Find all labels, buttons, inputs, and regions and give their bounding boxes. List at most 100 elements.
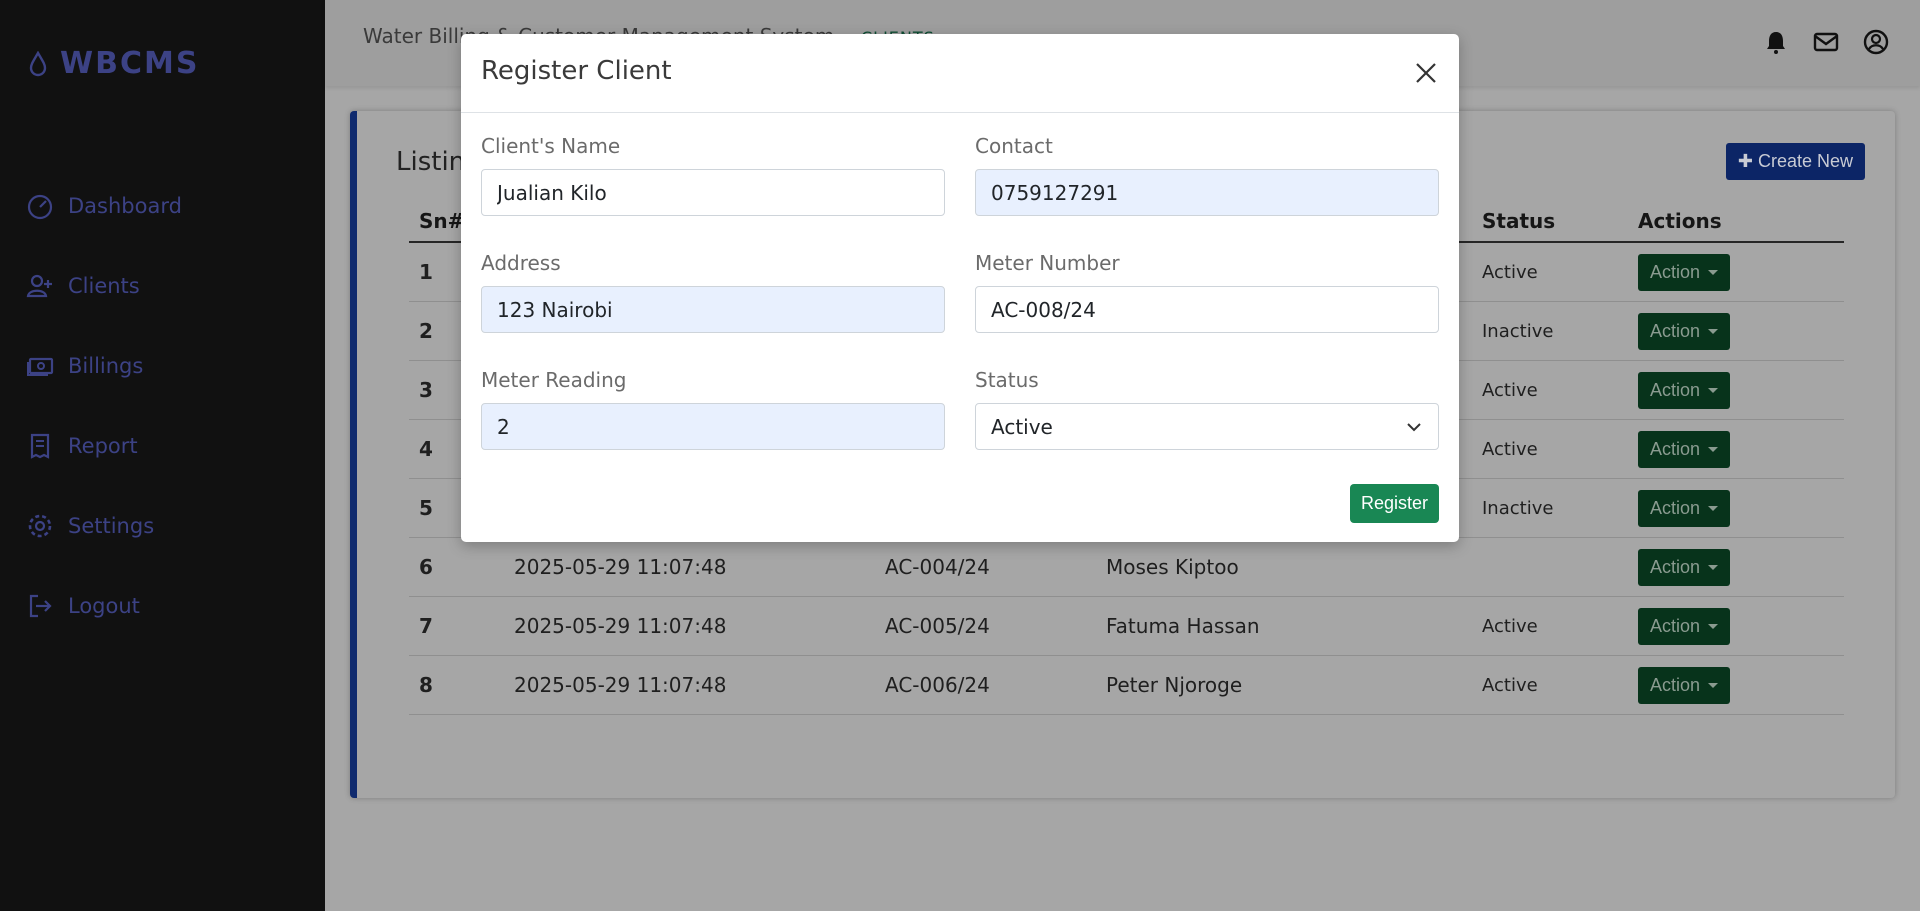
sidebar-item-logout[interactable]: Logout (0, 566, 325, 646)
caret-down-icon (1708, 446, 1719, 452)
money-bill-icon (27, 357, 54, 376)
modal-title: Register Client (481, 56, 672, 86)
bell-icon[interactable] (1762, 28, 1790, 56)
sidebar-item-billings[interactable]: Billings (0, 326, 325, 406)
action-label: Action (1650, 615, 1701, 636)
action-label: Action (1650, 438, 1701, 459)
action-dropdown-button[interactable]: Action (1638, 489, 1731, 527)
caret-down-icon (1708, 269, 1719, 275)
table-row: 8 2025-05-29 11:07:48 AC-006/24 Peter Njoro… (409, 656, 1844, 715)
caret-down-icon (1708, 623, 1719, 629)
row-date: 2025-05-29 11:07:48 (514, 555, 727, 579)
client-name-group: Client's Name (481, 134, 945, 216)
create-new-button[interactable]: ✚ Create New (1725, 143, 1865, 180)
envelope-icon[interactable] (1812, 28, 1840, 56)
contact-label: Contact (975, 134, 1053, 158)
plus-icon: ✚ (1737, 151, 1753, 171)
row-actions: Action (1638, 430, 1838, 468)
sidebar-item-label: Billings (68, 354, 144, 378)
brand-name: WBCMS (60, 46, 200, 81)
row-sn: 7 (419, 614, 433, 638)
action-dropdown-button[interactable]: Action (1638, 548, 1731, 586)
row-status: Active (1482, 379, 1538, 401)
caret-down-icon (1708, 328, 1719, 334)
sidebar-item-label: Dashboard (68, 194, 182, 218)
sidebar-item-dashboard[interactable]: Dashboard (0, 166, 325, 246)
address-group: Address (481, 251, 945, 333)
caret-down-icon (1708, 564, 1719, 570)
address-label: Address (481, 251, 561, 275)
action-label: Action (1650, 261, 1701, 282)
gear-icon (28, 514, 52, 538)
topbar-icons (1762, 28, 1890, 56)
row-actions: Action (1638, 548, 1838, 586)
row-status: Inactive (1482, 497, 1554, 519)
row-date: 2025-05-29 11:07:48 (514, 614, 727, 638)
action-label: Action (1650, 379, 1701, 400)
action-label: Action (1650, 556, 1701, 577)
table-row: 6 2025-05-29 11:07:48 AC-004/24 Moses Kipto… (409, 538, 1844, 597)
status-label: Status (975, 368, 1039, 392)
action-label: Action (1650, 674, 1701, 695)
close-icon[interactable] (1411, 58, 1441, 88)
caret-down-icon (1708, 505, 1719, 511)
user-circle-icon[interactable] (1862, 28, 1890, 56)
action-dropdown-button[interactable]: Action (1638, 430, 1731, 468)
sidebar-item-settings[interactable]: Settings (0, 486, 325, 566)
logout-icon (29, 594, 52, 618)
sidebar-item-label: Clients (68, 274, 140, 298)
table-row: 7 2025-05-29 11:07:48 AC-005/24 Fatuma Hass… (409, 597, 1844, 656)
meter-number-input[interactable] (975, 286, 1439, 333)
gauge-icon (27, 194, 53, 220)
row-status: Active (1482, 615, 1538, 637)
water-drop-icon (29, 50, 47, 76)
register-client-modal: Register Client Client's Name Contact Ad… (461, 34, 1459, 542)
sidebar-item-label: Report (68, 434, 138, 458)
action-dropdown-button[interactable]: Action (1638, 371, 1731, 409)
brand[interactable]: WBCMS (28, 46, 199, 81)
caret-down-icon (1708, 682, 1719, 688)
action-dropdown-button[interactable]: Action (1638, 253, 1731, 291)
header-status: Status (1482, 209, 1556, 233)
action-dropdown-button[interactable]: Action (1638, 312, 1731, 350)
user-plus-icon (26, 274, 52, 298)
meter-reading-input[interactable] (481, 403, 945, 450)
chevron-down-icon (1407, 422, 1421, 431)
address-input[interactable] (481, 286, 945, 333)
row-status: Active (1482, 261, 1538, 283)
status-selected-value: Active (991, 414, 1053, 439)
sidebar-item-clients[interactable]: Clients (0, 246, 325, 326)
row-sn: 8 (419, 673, 433, 697)
row-meter-number: AC-004/24 (885, 555, 990, 579)
action-label: Action (1650, 320, 1701, 341)
client-name-label: Client's Name (481, 134, 621, 158)
row-actions: Action (1638, 253, 1838, 291)
receipt-icon (30, 433, 50, 459)
modal-header: Register Client (461, 34, 1459, 113)
status-select[interactable]: Active (975, 403, 1439, 450)
action-label: Action (1650, 497, 1701, 518)
row-client-name: Fatuma Hassan (1106, 614, 1260, 638)
row-sn: 6 (419, 555, 433, 579)
caret-down-icon (1708, 387, 1719, 393)
register-button[interactable]: Register (1349, 484, 1439, 523)
sidebar-item-report[interactable]: Report (0, 406, 325, 486)
row-actions: Action (1638, 371, 1838, 409)
sidebar-nav: Dashboard Clients Billings Report Settin… (0, 166, 325, 646)
client-name-input[interactable] (481, 169, 945, 216)
contact-input[interactable] (975, 169, 1439, 216)
header-actions: Actions (1638, 209, 1722, 233)
sidebar-item-label: Settings (68, 514, 155, 538)
action-dropdown-button[interactable]: Action (1638, 666, 1731, 704)
row-meter-number: AC-005/24 (885, 614, 990, 638)
sidebar-item-label: Logout (68, 594, 140, 618)
row-status: Active (1482, 674, 1538, 696)
meter-number-group: Meter Number (975, 251, 1439, 333)
status-group: Status Active (975, 368, 1439, 450)
row-meter-number: AC-006/24 (885, 673, 990, 697)
meter-reading-label: Meter Reading (481, 368, 627, 392)
meter-number-label: Meter Number (975, 251, 1120, 275)
action-dropdown-button[interactable]: Action (1638, 607, 1731, 645)
meter-reading-group: Meter Reading (481, 368, 945, 450)
row-actions: Action (1638, 666, 1838, 704)
